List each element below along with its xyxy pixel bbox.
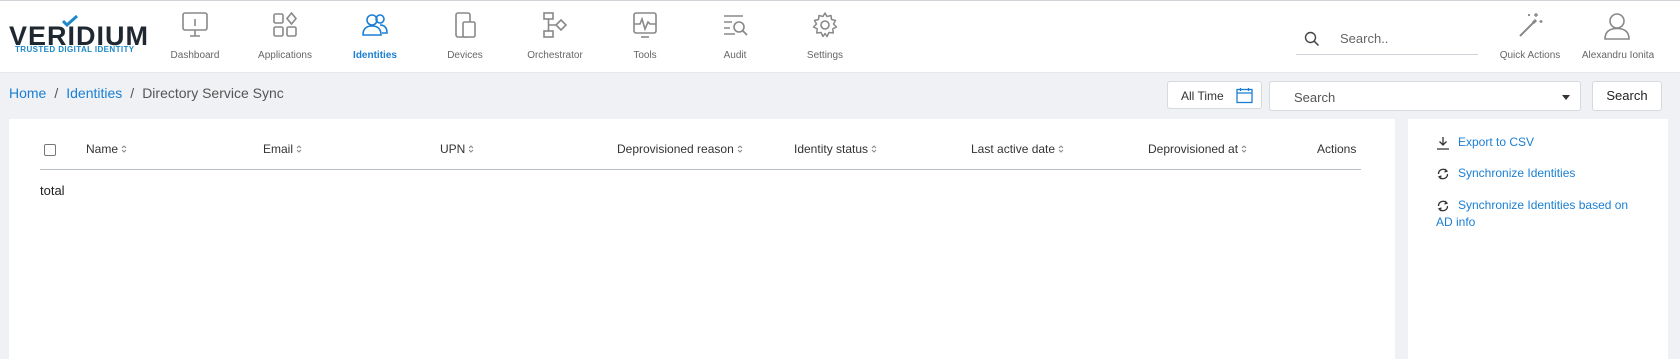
sync-icon <box>1437 200 1449 212</box>
column-header-deprovisioned-at[interactable]: Deprovisioned at <box>1148 142 1247 156</box>
sort-icon <box>737 145 743 153</box>
magic-wand-icon <box>1519 13 1543 37</box>
sort-icon <box>1058 145 1064 153</box>
column-header-upn[interactable]: UPN <box>440 142 474 156</box>
header-search <box>1296 21 1478 55</box>
column-header-deprovisioned-reason[interactable]: Deprovisioned reason <box>617 142 743 156</box>
sync-icon <box>1437 168 1449 180</box>
sort-icon <box>296 145 302 153</box>
breadcrumb-current: Directory Service Sync <box>142 85 284 101</box>
nav-item-applications[interactable]: Applications <box>240 1 330 74</box>
column-header-email[interactable]: Email <box>263 142 302 156</box>
quick-actions-label: Quick Actions <box>1499 50 1561 61</box>
nav-item-devices[interactable]: Devices <box>420 1 510 74</box>
nav-label: Devices <box>447 50 483 61</box>
synchronize-identities-ad-link[interactable]: Synchronize Identities based on AD info <box>1436 197 1646 231</box>
nav-label: Orchestrator <box>527 50 583 61</box>
table-total: total <box>40 183 65 198</box>
breadcrumb: Home / Identities / Directory Service Sync <box>9 85 284 101</box>
nav-label: Audit <box>723 50 747 61</box>
nav-item-settings[interactable]: Settings <box>780 1 870 74</box>
time-range-button[interactable]: All Time <box>1167 81 1262 109</box>
check-icon <box>62 15 78 27</box>
nav-item-orchestrator[interactable]: Orchestrator <box>510 1 600 74</box>
nav-label: Applications <box>258 50 312 61</box>
nav-item-dashboard[interactable]: Dashboard <box>150 1 240 74</box>
tools-icon <box>633 12 657 38</box>
chevron-down-icon <box>1562 95 1570 100</box>
select-all-checkbox[interactable] <box>44 144 56 156</box>
breadcrumb-identities[interactable]: Identities <box>66 85 122 101</box>
nav-item-identities[interactable]: Identities <box>330 1 420 74</box>
user-name: Alexandru Ionita <box>1581 50 1655 61</box>
devices-icon <box>455 12 476 38</box>
download-icon <box>1437 137 1449 150</box>
table-header: Name Email UPN Deprovisioned reason Iden… <box>40 133 1361 170</box>
user-menu[interactable]: Alexandru Ionita <box>1572 1 1664 74</box>
sort-icon <box>1241 145 1247 153</box>
search-icon[interactable] <box>1304 31 1320 47</box>
time-range-label: All Time <box>1181 89 1224 103</box>
side-actions-panel: Export to CSV Synchronize Identities Syn… <box>1408 119 1668 359</box>
orchestrator-icon <box>543 12 568 38</box>
quick-actions-button[interactable]: Quick Actions <box>1490 1 1570 74</box>
export-csv-link[interactable]: Export to CSV <box>1436 134 1534 151</box>
filter-select-value: Search <box>1294 90 1336 105</box>
synchronize-identities-link[interactable]: Synchronize Identities <box>1436 165 1575 182</box>
sort-icon <box>121 145 127 153</box>
user-icon <box>1604 13 1630 40</box>
sort-icon <box>468 145 474 153</box>
brand-tagline: TRUSTED DIGITAL IDENTITY <box>15 45 135 54</box>
breadcrumb-home[interactable]: Home <box>9 85 46 101</box>
synchronize-identities-label: Synchronize Identities <box>1458 166 1576 180</box>
filter-select[interactable]: Search <box>1269 81 1581 111</box>
export-csv-label: Export to CSV <box>1458 135 1535 149</box>
nav-label: Identities <box>353 50 397 61</box>
nav-label: Dashboard <box>170 50 220 61</box>
column-header-last-active-date[interactable]: Last active date <box>971 142 1064 156</box>
header-search-input[interactable] <box>1340 28 1470 48</box>
applications-icon <box>273 11 298 37</box>
synchronize-identities-ad-label: Synchronize Identities based on AD info <box>1436 198 1629 229</box>
calendar-icon <box>1236 88 1253 104</box>
monitor-icon <box>182 12 208 37</box>
column-header-name[interactable]: Name <box>86 142 127 156</box>
nav-item-tools[interactable]: Tools <box>600 1 690 74</box>
audit-icon <box>724 15 748 36</box>
nav-item-audit[interactable]: Audit <box>690 1 780 74</box>
nav-label: Tools <box>633 50 657 61</box>
identities-table-panel: Name Email UPN Deprovisioned reason Iden… <box>9 119 1395 359</box>
column-header-identity-status[interactable]: Identity status <box>794 142 877 156</box>
column-header-actions: Actions <box>1317 142 1357 156</box>
nav-label: Settings <box>806 50 844 61</box>
sort-icon <box>871 145 877 153</box>
search-button[interactable]: Search <box>1592 81 1662 111</box>
users-icon <box>362 14 388 36</box>
veridium-logo[interactable]: VERIDIUM TRUSTED DIGITAL IDENTITY <box>9 15 148 59</box>
gear-icon <box>812 12 838 38</box>
top-bar: VERIDIUM TRUSTED DIGITAL IDENTITY Dashbo… <box>0 0 1680 73</box>
